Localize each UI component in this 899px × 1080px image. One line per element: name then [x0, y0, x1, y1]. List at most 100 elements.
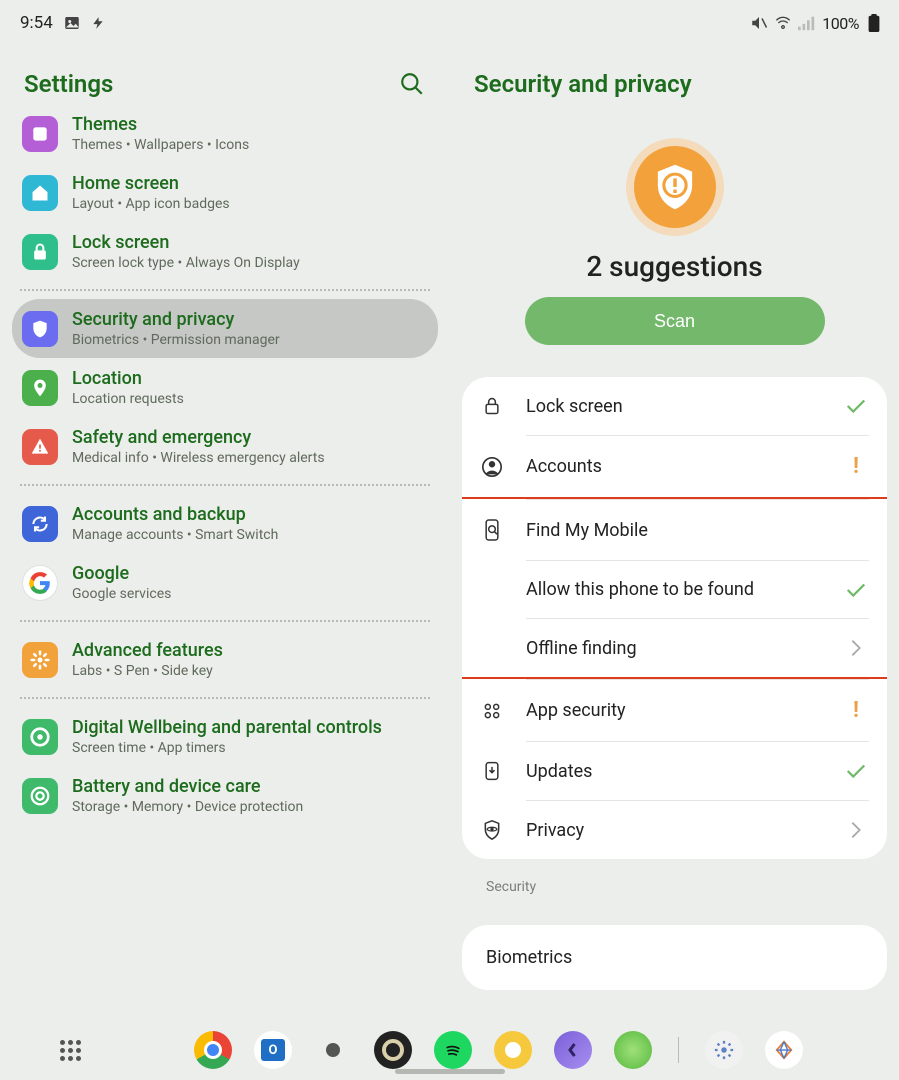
settings-item[interactable]: Lock screen Screen lock type • Always On …	[12, 222, 438, 281]
find-icon	[480, 518, 504, 542]
image-icon	[63, 14, 81, 32]
themes-icon	[22, 116, 58, 152]
scan-button[interactable]: Scan	[525, 297, 825, 345]
apps-icon	[480, 701, 504, 721]
suggestions-count: 2 suggestions	[586, 250, 762, 283]
settings-item-title: Security and privacy	[72, 309, 280, 330]
biometrics-row[interactable]: Biometrics	[462, 925, 887, 990]
settings-item-title: Digital Wellbeing and parental controls	[72, 717, 382, 738]
security-section-label: Security	[462, 859, 887, 901]
security-row[interactable]: Allow this phone to be found	[462, 561, 887, 618]
settings-item-sub: Location requests	[72, 391, 184, 407]
settings-dock-icon[interactable]	[705, 1031, 743, 1069]
ring-app-icon[interactable]	[374, 1031, 412, 1069]
security-row[interactable]: Accounts!	[462, 436, 887, 497]
security-row-label: Accounts	[526, 456, 821, 477]
security-row-label: App security	[526, 700, 821, 721]
settings-item-title: Battery and device care	[72, 776, 303, 797]
settings-item-title: Location	[72, 368, 184, 389]
taskbar-separator	[678, 1037, 679, 1063]
nav-handle[interactable]	[395, 1069, 505, 1074]
row-status-icon	[843, 581, 869, 599]
outlook-icon[interactable]: O	[254, 1031, 292, 1069]
settings-item-title: Accounts and backup	[72, 504, 278, 525]
bolt-icon	[91, 14, 105, 32]
shield-alert-icon	[654, 163, 696, 211]
settings-item[interactable]: Advanced features Labs • S Pen • Side key	[12, 630, 438, 689]
row-status-icon	[843, 762, 869, 780]
security-row[interactable]: Lock screen	[462, 377, 887, 435]
settings-item[interactable]: Battery and device care Storage • Memory …	[12, 766, 438, 825]
yellow-app-icon[interactable]	[494, 1031, 532, 1069]
settings-item-sub: Biometrics • Permission manager	[72, 332, 280, 348]
settings-item-sub: Screen lock type • Always On Display	[72, 255, 300, 271]
search-icon	[399, 71, 425, 97]
security-row[interactable]: Offline finding	[462, 619, 887, 677]
settings-title: Settings	[24, 70, 113, 98]
security-row[interactable]: Privacy	[462, 801, 887, 859]
security-row-label: Offline finding	[526, 638, 821, 659]
status-time: 9:54	[20, 13, 53, 33]
settings-item-title: Home screen	[72, 173, 230, 194]
shield-icon	[22, 311, 58, 347]
settings-item-sub: Google services	[72, 586, 171, 602]
row-status-icon: !	[843, 698, 869, 723]
pin-icon	[22, 370, 58, 406]
settings-item[interactable]: ThemesThemes • Wallpapers • Icons	[12, 104, 438, 163]
security-row[interactable]: App security!	[462, 680, 887, 741]
settings-item[interactable]: Digital Wellbeing and parental controls S…	[12, 707, 438, 766]
app-drawer-button[interactable]	[60, 1040, 82, 1061]
spotify-icon[interactable]	[434, 1031, 472, 1069]
shield-badge	[626, 138, 724, 236]
settings-item-sub: Storage • Memory • Device protection	[72, 799, 303, 815]
row-status-icon: !	[843, 454, 869, 479]
diamond-app-icon[interactable]	[765, 1031, 803, 1069]
settings-separator	[20, 620, 430, 622]
settings-item-sub: Medical info • Wireless emergency alerts	[72, 450, 325, 466]
status-bar: 9:54 100%	[0, 0, 899, 40]
google-icon	[22, 565, 58, 601]
settings-item-sub: Labs • S Pen • Side key	[72, 663, 223, 679]
settings-item[interactable]: Home screen Layout • App icon badges	[12, 163, 438, 222]
settings-separator	[20, 484, 430, 486]
suggestions-hero: 2 suggestions Scan	[462, 120, 887, 353]
security-row-label: Find My Mobile	[526, 520, 821, 541]
wellbeing-icon	[22, 719, 58, 755]
security-row-label: Updates	[526, 761, 821, 782]
battery-icon	[865, 14, 883, 32]
security-title: Security and privacy	[474, 70, 692, 98]
lock-icon	[480, 395, 504, 417]
settings-item[interactable]: Safety and emergency Medical info • Wirel…	[12, 417, 438, 476]
green-app-icon[interactable]	[614, 1031, 652, 1069]
security-row-label: Allow this phone to be found	[526, 579, 821, 600]
privacy-icon	[480, 819, 504, 841]
highlight-box: Find My Mobile Allow this phone to be fou…	[462, 497, 887, 679]
dot-app-icon[interactable]	[314, 1031, 352, 1069]
gear-icon	[22, 642, 58, 678]
chrome-icon[interactable]	[194, 1031, 232, 1069]
settings-item-title: Lock screen	[72, 232, 300, 253]
security-row[interactable]: Find My Mobile	[462, 500, 887, 560]
security-row[interactable]: Updates	[462, 742, 887, 800]
settings-item-sub: Screen time • App timers	[72, 740, 382, 756]
security-row-label: Privacy	[526, 820, 821, 841]
settings-separator	[20, 697, 430, 699]
settings-item[interactable]: Location Location requests	[12, 358, 438, 417]
settings-item[interactable]: GoogleGoogle services	[12, 553, 438, 612]
row-status-icon	[843, 397, 869, 415]
care-icon	[22, 778, 58, 814]
settings-item-sub: Layout • App icon badges	[72, 196, 230, 212]
mute-icon	[750, 14, 768, 32]
home-icon	[22, 175, 58, 211]
settings-item-title: Advanced features	[72, 640, 223, 661]
settings-item[interactable]: Accounts and backupManage accounts • Sma…	[12, 494, 438, 553]
settings-item-title: Safety and emergency	[72, 427, 325, 448]
search-button[interactable]	[398, 70, 426, 98]
settings-separator	[20, 289, 430, 291]
purple-app-icon[interactable]	[554, 1031, 592, 1069]
row-status-icon	[843, 819, 869, 841]
settings-item[interactable]: Security and privacy Biometrics • Permiss…	[12, 299, 438, 358]
row-status-icon	[843, 637, 869, 659]
person-icon	[480, 456, 504, 478]
settings-item-title: Themes	[72, 114, 249, 135]
